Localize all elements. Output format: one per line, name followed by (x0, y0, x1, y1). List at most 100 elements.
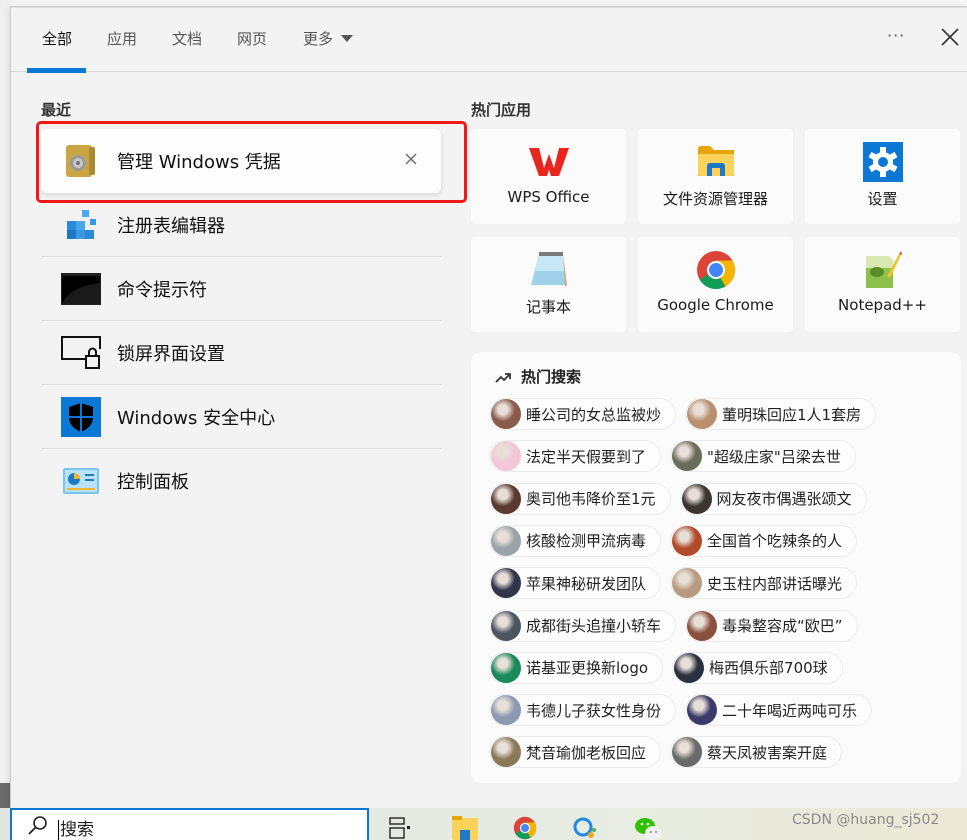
hot-search-text: 成都街头追撞小轿车 (526, 617, 662, 635)
hot-search-chip[interactable]: 诺基亚更换新logo (489, 651, 664, 684)
search-icon (28, 816, 47, 835)
hot-search-thumbnail (672, 737, 703, 768)
hot-search-text: 诺基亚更换新logo (526, 659, 649, 678)
recent-item-lock-screen[interactable]: 锁屏界面设置 (41, 321, 441, 385)
hot-search-text: 睡公司的女总监被炒 (526, 405, 662, 424)
hot-search-text: 梅西俱乐部700球 (709, 659, 828, 678)
tab-all[interactable]: 全部 (26, 28, 87, 73)
hot-search-chip[interactable]: 梵音瑜伽老板回应 (489, 736, 662, 769)
app-tile-notepad-plus-plus[interactable]: Notepad++ (805, 237, 960, 332)
tab-all-label: 全部 (42, 30, 73, 48)
hot-search-chip[interactable]: "超级庄家"吕梁去世 (670, 440, 856, 473)
recent-item-windows-security[interactable]: Windows 安全中心 (41, 385, 441, 449)
hot-search-thumbnail (491, 610, 521, 641)
taskbar-wechat[interactable] (634, 816, 661, 840)
control-panel-icon (61, 461, 101, 501)
hot-search-chip[interactable]: 成都街头追撞小轿车 (489, 609, 677, 642)
hot-search-text: 董明珠回应1人1套房 (722, 405, 862, 424)
hot-search-text: 网友夜市偶遇张颂文 (716, 490, 852, 509)
background-edge (0, 0, 10, 808)
app-name: Google Chrome (657, 296, 774, 314)
recent-item-label: 命令提示符 (117, 279, 207, 301)
hot-search-text: 二十年喝近两吨可乐 (722, 701, 858, 720)
close-icon (941, 28, 959, 46)
hot-search-chip[interactable]: 全国首个吃辣条的人 (670, 524, 858, 557)
app-name: 记事本 (525, 298, 571, 316)
more-options-button[interactable]: ··· (887, 26, 905, 45)
hot-search-chip[interactable]: 睡公司的女总监被炒 (489, 398, 677, 430)
hot-search-chip[interactable]: 网友夜市偶遇张颂文 (679, 482, 867, 515)
hot-search-chip[interactable]: 梅西俱乐部700球 (672, 651, 843, 684)
hot-search-chip[interactable]: 奥司他韦降价至1元 (489, 482, 671, 515)
wps-office-icon (528, 141, 570, 183)
caret-down-icon (341, 35, 354, 42)
chrome-icon (513, 816, 537, 840)
hot-search-chip[interactable]: 毒枭整容成“欧巴” (685, 609, 858, 642)
task-view-button[interactable] (388, 816, 414, 840)
taskbar-chrome[interactable] (510, 816, 537, 840)
app-tile-settings[interactable]: 设置 (805, 129, 960, 224)
notepad-plus-plus-icon (862, 249, 904, 291)
search-placeholder: 搜索 (58, 820, 94, 840)
app-tile-notepad[interactable]: 记事本 (471, 237, 626, 332)
recent-item-credential-manager[interactable]: 管理 Windows 凭据 (41, 129, 441, 193)
close-button[interactable] (939, 26, 961, 48)
hot-search-thumbnail (681, 483, 712, 514)
tab-apps[interactable]: 应用 (107, 28, 137, 72)
hot-search-chip[interactable]: 法定半天假要到了 (489, 440, 662, 473)
recent-item-control-panel[interactable]: 控制面板 (41, 449, 441, 513)
app-tile-file-explorer[interactable]: 文件资源管理器 (638, 129, 793, 224)
taskbar-chat-app[interactable] (572, 816, 598, 840)
hot-apps-heading: 热门应用 (471, 101, 532, 119)
hot-search-chip[interactable]: 核酸检测甲流病毒 (489, 524, 662, 557)
tab-documents[interactable]: 文档 (172, 28, 202, 72)
tab-web-label: 网页 (237, 30, 268, 48)
hot-search-card: 热门搜索 睡公司的女总监被炒 董明珠回应1人1套房 法定半天假要到了 "超级庄家"吕梁… (471, 352, 961, 783)
remove-icon[interactable] (403, 151, 419, 167)
app-tile-wps-office[interactable]: WPS Office (471, 129, 626, 224)
hot-search-thumbnail (672, 525, 703, 556)
hot-search-thumbnail (687, 610, 718, 641)
trending-icon (495, 372, 511, 383)
recent-item-label: 控制面板 (117, 472, 189, 493)
chat-app-icon (573, 817, 596, 838)
hot-search-thumbnail (491, 695, 521, 726)
app-name: WPS Office (507, 188, 590, 206)
tab-apps-label: 应用 (107, 30, 138, 48)
hot-search-text: 毒枭整容成“欧巴” (722, 617, 843, 635)
app-tile-google-chrome[interactable]: Google Chrome (638, 237, 793, 332)
hot-search-text: 蔡天凤被害案开庭 (707, 743, 828, 762)
hot-search-chip[interactable]: 董明珠回应1人1套房 (685, 398, 877, 430)
hot-search-chip[interactable]: 苹果神秘研发团队 (489, 567, 662, 600)
windows-security-icon (61, 396, 101, 437)
hot-search-row: 睡公司的女总监被炒 董明珠回应1人1套房 (489, 398, 877, 430)
hot-search-chip[interactable]: 韦德儿子获女性身份 (489, 694, 677, 727)
registry-editor-icon (61, 205, 101, 245)
taskbar-search-input[interactable]: 搜索 (10, 808, 369, 840)
recent-item-registry-editor[interactable]: 注册表编辑器 (41, 193, 441, 257)
command-prompt-icon (61, 269, 101, 309)
tab-more[interactable]: 更多 (303, 28, 354, 72)
hot-search-chip[interactable]: 二十年喝近两吨可乐 (685, 694, 873, 727)
hot-search-text: 梵音瑜伽老板回应 (526, 743, 647, 762)
tab-more-label: 更多 (303, 30, 334, 48)
app-name: Notepad++ (838, 296, 927, 314)
tab-documents-label: 文档 (172, 30, 203, 48)
hot-search-thumbnail (491, 737, 521, 768)
hot-search-text: 奥司他韦降价至1元 (526, 490, 656, 509)
background-toolbar (0, 0, 967, 7)
recent-heading: 最近 (41, 101, 72, 119)
hot-search-chip[interactable]: 史玉柱内部讲话曝光 (670, 567, 858, 600)
hot-search-chip[interactable]: 蔡天凤被害案开庭 (670, 736, 843, 769)
hot-search-row: 苹果神秘研发团队 史玉柱内部讲话曝光 (489, 567, 858, 600)
background-tag (0, 783, 10, 808)
hot-search-thumbnail (491, 399, 521, 429)
hot-search-text: 韦德儿子获女性身份 (526, 701, 662, 720)
recent-item-command-prompt[interactable]: 命令提示符 (41, 257, 441, 321)
recent-item-label: 注册表编辑器 (117, 215, 225, 237)
taskbar-file-explorer[interactable] (452, 816, 478, 840)
tab-web[interactable]: 网页 (237, 28, 267, 72)
file-explorer-icon (695, 141, 737, 183)
lock-screen-icon (61, 333, 101, 373)
hot-search-thumbnail (674, 652, 705, 683)
